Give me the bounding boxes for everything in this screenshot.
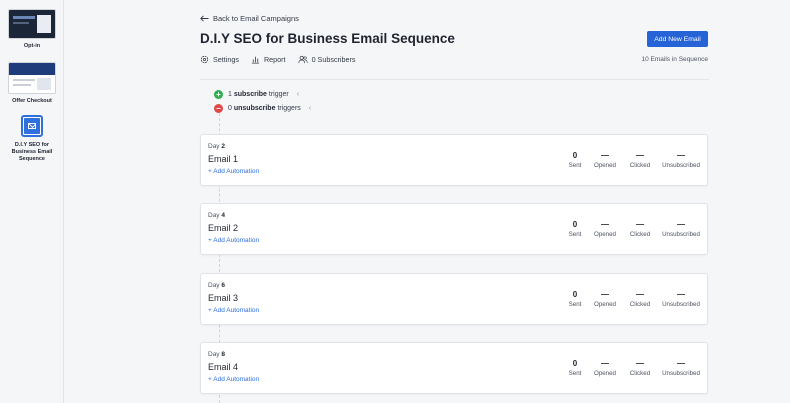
page-title: D.I.Y SEO for Business Email Sequence xyxy=(200,31,455,46)
sidebar-step-label: D.I.Y SEO for Business Email Sequence xyxy=(11,142,53,162)
stat-sent: 0 Sent xyxy=(568,220,582,238)
stat-clicked: — Clicked xyxy=(629,151,651,169)
add-automation-link[interactable]: + Add Automation xyxy=(208,237,259,244)
stat-sent: 0 Sent xyxy=(568,290,582,308)
sidebar-step-offer-checkout[interactable]: Offer Checkout xyxy=(0,62,64,105)
email-day: Day 2 xyxy=(208,143,225,150)
sidebar-step-email-sequence[interactable]: D.I.Y SEO for Business Email Sequence xyxy=(0,115,64,163)
optin-page-thumbnail xyxy=(8,9,56,39)
stat-clicked: — Clicked xyxy=(629,290,651,308)
stat-opened: — Opened xyxy=(593,359,617,377)
email-name[interactable]: Email 3 xyxy=(208,293,238,303)
add-automation-link[interactable]: + Add Automation xyxy=(208,307,259,314)
stat-clicked: — Clicked xyxy=(629,220,651,238)
toolbar: Settings Report 0 Subscribers xyxy=(200,55,356,64)
settings-link[interactable]: Settings xyxy=(200,55,239,64)
email-card[interactable]: Day 4 Email 2 + Add Automation 0 Sent — Op… xyxy=(200,203,708,255)
email-icon xyxy=(21,115,43,137)
arrow-left-icon xyxy=(200,15,209,22)
back-link-label: Back to Email Campaigns xyxy=(213,14,299,23)
unsubscribe-trigger-text: 0 unsubscribe triggers xyxy=(228,105,301,112)
chart-icon xyxy=(251,56,260,64)
checkout-page-thumbnail xyxy=(8,62,56,94)
add-automation-link[interactable]: + Add Automation xyxy=(208,376,259,383)
email-day: Day 6 xyxy=(208,282,225,289)
subscribe-trigger-text: 1 subscribe trigger xyxy=(228,91,289,98)
stat-unsubscribed: — Unsubscribed xyxy=(662,359,700,377)
email-name[interactable]: Email 2 xyxy=(208,223,238,233)
emails-in-sequence-count: 10 Emails in Sequence xyxy=(641,56,709,63)
add-automation-link[interactable]: + Add Automation xyxy=(208,168,259,175)
plus-icon: + xyxy=(214,90,223,99)
sidebar-step-label: Offer Checkout xyxy=(12,98,52,104)
users-icon xyxy=(297,55,308,64)
stat-sent: 0 Sent xyxy=(568,151,582,169)
settings-label: Settings xyxy=(213,55,239,64)
stat-unsubscribed: — Unsubscribed xyxy=(662,151,700,169)
gear-icon xyxy=(200,55,209,64)
subscribers-link[interactable]: 0 Subscribers xyxy=(297,55,356,64)
chevron-left-icon[interactable]: ‹ xyxy=(297,91,299,98)
stat-opened: — Opened xyxy=(593,151,617,169)
stat-opened: — Opened xyxy=(593,220,617,238)
back-link[interactable]: Back to Email Campaigns xyxy=(200,14,299,23)
stat-clicked: — Clicked xyxy=(629,359,651,377)
email-name[interactable]: Email 1 xyxy=(208,154,238,164)
email-day: Day 8 xyxy=(208,351,225,358)
email-day: Day 4 xyxy=(208,212,225,219)
funnel-sidebar: Opt-in Offer Checkout D.I.Y SEO for Busi… xyxy=(0,0,64,403)
email-card[interactable]: Day 8 Email 4 + Add Automation 0 Sent — Op… xyxy=(200,342,708,394)
minus-icon: − xyxy=(214,104,223,113)
unsubscribe-trigger-row[interactable]: − 0 unsubscribe triggers ‹ xyxy=(214,104,311,113)
chevron-left-icon[interactable]: ‹ xyxy=(309,105,311,112)
email-card[interactable]: Day 6 Email 3 + Add Automation 0 Sent — Op… xyxy=(200,273,708,325)
stat-sent: 0 Sent xyxy=(568,359,582,377)
divider xyxy=(200,79,709,80)
sidebar-step-optin[interactable]: Opt-in xyxy=(0,9,64,50)
stat-opened: — Opened xyxy=(593,290,617,308)
report-label: Report xyxy=(263,55,286,64)
stat-unsubscribed: — Unsubscribed xyxy=(662,290,700,308)
email-name[interactable]: Email 4 xyxy=(208,362,238,372)
subscribe-trigger-row[interactable]: + 1 subscribe trigger ‹ xyxy=(214,90,299,99)
add-new-email-button[interactable]: Add New Email xyxy=(647,31,708,47)
email-card[interactable]: Day 2 Email 1 + Add Automation 0 Sent — Op… xyxy=(200,134,708,186)
subscribers-label: 0 Subscribers xyxy=(311,55,356,64)
sidebar-step-label: Opt-in xyxy=(23,43,41,49)
report-link[interactable]: Report xyxy=(251,55,286,64)
stat-unsubscribed: — Unsubscribed xyxy=(662,220,700,238)
